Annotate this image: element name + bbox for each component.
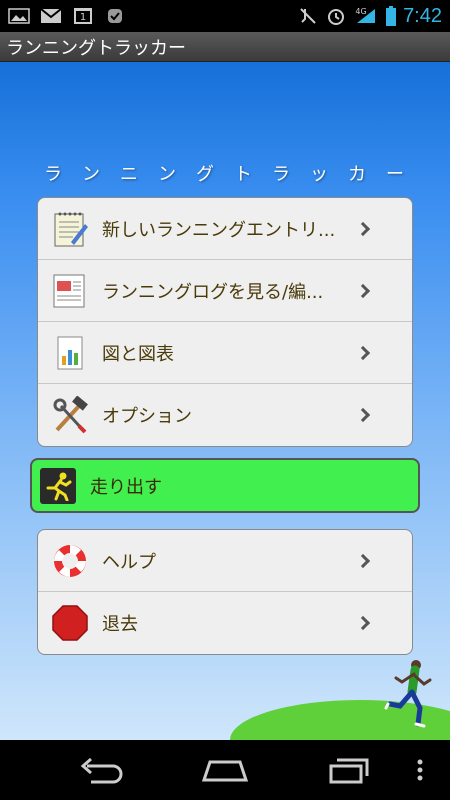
chevron-right-icon bbox=[355, 345, 371, 360]
back-icon[interactable] bbox=[72, 754, 128, 786]
app-icon bbox=[104, 7, 126, 25]
signal-icon: 4G bbox=[353, 7, 379, 25]
main-content: ランニングトラッカー 新しいランニングエントリ... ランニングログを見る/編.… bbox=[0, 62, 450, 740]
chevron-right-icon bbox=[355, 283, 371, 298]
runner-illustration bbox=[384, 658, 434, 734]
app-banner: ランニングトラッカー bbox=[44, 164, 424, 185]
recents-icon[interactable] bbox=[322, 754, 378, 786]
calendar-icon: 1 bbox=[72, 7, 94, 25]
chevron-right-icon bbox=[355, 221, 371, 236]
secondary-menu: ヘルプ 退去 bbox=[37, 529, 413, 655]
runner-icon bbox=[40, 467, 76, 504]
exit-button[interactable]: 退去 bbox=[38, 592, 412, 654]
title-bar: ランニングトラッカー bbox=[0, 32, 450, 62]
stop-icon bbox=[50, 603, 90, 643]
lifebuoy-icon bbox=[50, 541, 90, 581]
gmail-icon bbox=[40, 7, 62, 25]
menu-item-label: オプション bbox=[102, 406, 192, 427]
options-button[interactable]: オプション bbox=[38, 384, 412, 446]
menu-item-label: ランニングログを見る/編... bbox=[102, 281, 324, 303]
menu-item-label: ヘルプ bbox=[102, 551, 156, 573]
image-icon bbox=[8, 7, 30, 25]
status-bar: 1 4G 7:42 bbox=[0, 0, 450, 32]
app-title: ランニングトラッカー bbox=[6, 37, 186, 58]
tools-icon bbox=[50, 395, 90, 435]
help-button[interactable]: ヘルプ bbox=[38, 530, 412, 592]
navigation-bar bbox=[0, 740, 450, 800]
muted-icon bbox=[297, 7, 319, 25]
start-run-label: 走り出す bbox=[90, 476, 162, 498]
chevron-right-icon bbox=[355, 553, 371, 568]
view-edit-log-button[interactable]: ランニングログを見る/編... bbox=[38, 260, 412, 322]
log-icon bbox=[50, 271, 90, 311]
new-running-entry-button[interactable]: 新しいランニングエントリ... bbox=[38, 198, 412, 260]
notepad-icon bbox=[50, 209, 90, 249]
menu-item-label: 新しいランニングエントリ... bbox=[102, 219, 336, 241]
battery-icon bbox=[385, 6, 397, 26]
home-icon[interactable] bbox=[197, 754, 253, 786]
chevron-right-icon bbox=[355, 615, 371, 631]
chevron-right-icon bbox=[355, 407, 371, 423]
charts-button[interactable]: 図と図表 bbox=[38, 322, 412, 384]
clock: 7:42 bbox=[403, 4, 442, 27]
alarm-icon bbox=[325, 7, 347, 25]
notification-count: 1 bbox=[79, 11, 87, 23]
main-menu: 新しいランニングエントリ... ランニングログを見る/編... 図と図表 オプシ… bbox=[37, 197, 413, 447]
start-run-button[interactable]: 走り出す bbox=[30, 458, 420, 513]
chart-icon bbox=[50, 333, 90, 373]
menu-item-label: 図と図表 bbox=[102, 343, 174, 365]
menu-icon[interactable] bbox=[400, 754, 440, 786]
menu-item-label: 退去 bbox=[102, 614, 138, 635]
